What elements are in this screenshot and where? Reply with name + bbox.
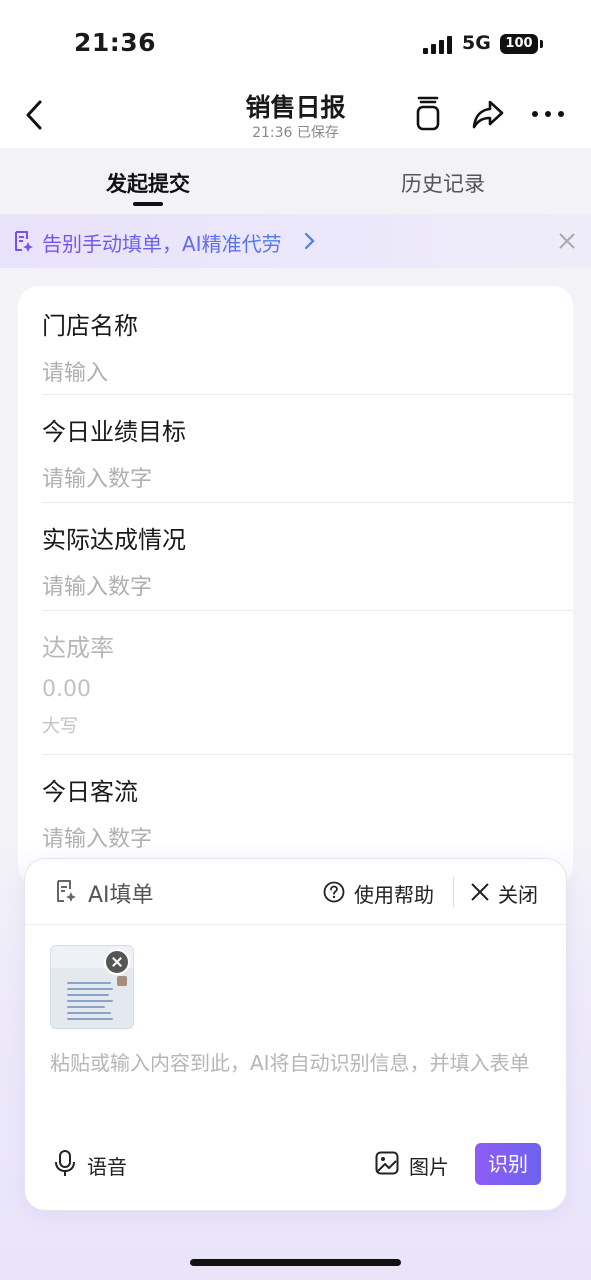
copy-icon[interactable]	[410, 96, 446, 132]
thumb-line	[67, 994, 109, 996]
thumb-avatar	[117, 976, 127, 986]
chevron-right-icon	[304, 232, 315, 250]
divider	[42, 754, 573, 755]
field-label: 达成率	[42, 634, 114, 662]
field-label: 实际达成情况	[42, 526, 186, 554]
ai-fill-panel: AI填单 使用帮助 关闭 粘贴或输入内容到此，AI将自动识别信息，并填入表单 语…	[25, 859, 566, 1210]
store-name-input[interactable]: 请输入	[42, 355, 573, 387]
ai-panel-header: AI填单 使用帮助 关闭	[25, 859, 566, 925]
ai-promo-banner[interactable]: 告别手动填单，AI精准代劳	[0, 214, 591, 268]
field-label: 今日客流	[42, 778, 138, 806]
field-target: 今日业绩目标 请输入数字	[42, 412, 573, 493]
header-separator	[453, 877, 454, 907]
help-icon[interactable]	[323, 881, 345, 903]
status-time: 21:36	[74, 28, 157, 57]
close-button[interactable]: 关闭	[498, 879, 538, 908]
ai-form-icon	[15, 231, 33, 252]
tab-history[interactable]: 历史记录	[401, 168, 485, 198]
close-icon[interactable]	[471, 883, 489, 901]
thumb-line	[67, 1006, 105, 1008]
thumb-line	[67, 1012, 111, 1014]
banner-text: 告别手动填单，AI精准代劳	[42, 228, 282, 257]
rate-value: 0.00	[42, 677, 91, 702]
signal-icon	[423, 36, 453, 54]
banner-close-icon[interactable]	[558, 232, 576, 250]
actual-input[interactable]: 请输入数字	[42, 569, 573, 601]
target-input[interactable]: 请输入数字	[42, 461, 573, 493]
ai-panel-title: AI填单	[88, 883, 154, 908]
battery-icon: 100	[500, 34, 538, 54]
share-icon[interactable]	[470, 96, 506, 132]
more-icon[interactable]	[530, 96, 566, 132]
field-rate: 达成率 0.00 大写	[42, 628, 573, 738]
recognize-button[interactable]: 识别	[475, 1143, 541, 1185]
help-button[interactable]: 使用帮助	[354, 879, 434, 908]
rate-uppercase-label: 大写	[42, 716, 78, 737]
battery-tip	[540, 40, 543, 48]
field-label: 今日业绩目标	[42, 418, 186, 446]
navigation-bar: 销售日报 21:36 已保存	[0, 84, 591, 148]
status-bar: 21:36 5G 100	[0, 0, 591, 84]
thumb-line	[67, 982, 111, 984]
network-label: 5G	[462, 32, 491, 54]
field-store-name: 门店名称 请输入	[42, 306, 573, 387]
thumb-line	[67, 1018, 113, 1020]
field-label: 门店名称	[42, 312, 138, 340]
image-icon[interactable]	[375, 1151, 399, 1175]
thumb-line	[67, 1000, 113, 1002]
voice-button[interactable]: 语音	[87, 1151, 127, 1180]
ai-form-icon	[57, 880, 76, 902]
thumb-line	[67, 988, 113, 990]
form-card: 门店名称 请输入 今日业绩目标 请输入数字 实际达成情况 请输入数字 达成率 0…	[18, 286, 573, 886]
divider	[42, 394, 573, 395]
remove-image-icon[interactable]	[104, 949, 130, 975]
tab-indicator	[133, 202, 163, 206]
home-indicator	[190, 1259, 401, 1266]
microphone-icon[interactable]	[53, 1149, 77, 1177]
tab-submit[interactable]: 发起提交	[106, 168, 190, 198]
ai-input-textarea[interactable]: 粘贴或输入内容到此，AI将自动识别信息，并填入表单	[50, 1047, 545, 1079]
field-actual: 实际达成情况 请输入数字	[42, 520, 573, 601]
tab-bar: 发起提交 历史记录	[0, 148, 591, 214]
divider	[42, 502, 573, 503]
divider	[42, 610, 573, 611]
image-button[interactable]: 图片	[409, 1151, 449, 1180]
